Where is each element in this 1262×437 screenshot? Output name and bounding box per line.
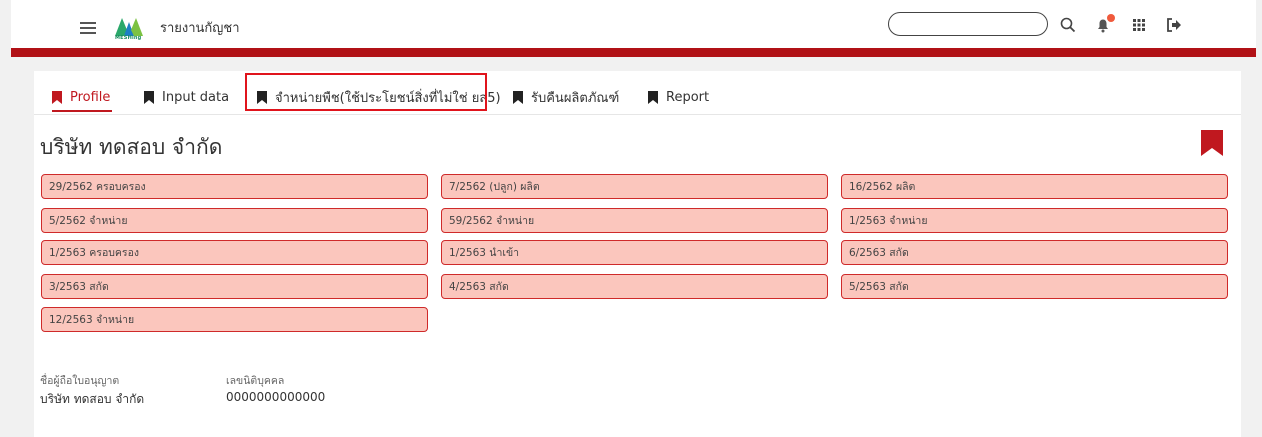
license-button[interactable]: 16/2562 ผลิต (841, 174, 1228, 199)
bookmark-icon[interactable] (1201, 130, 1223, 156)
license-button[interactable]: 7/2562 (ปลูก) ผลิต (441, 174, 828, 199)
license-label: 4/2563 สกัด (449, 281, 509, 293)
tab-label: Report (666, 89, 710, 105)
tab-highlight-box (245, 73, 487, 111)
header-accent-bar (11, 48, 1256, 57)
search-icon[interactable] (1059, 16, 1077, 34)
tab-profile[interactable]: Profile (52, 88, 110, 106)
license-label: 1/2563 จำหน่าย (849, 215, 928, 227)
bookmark-icon (144, 90, 154, 104)
tab-product-return[interactable]: รับคืนผลิตภัณฑ์ (513, 88, 619, 106)
license-button[interactable]: 5/2562 จำหน่าย (41, 208, 428, 233)
license-label: 1/2563 ครอบครอง (49, 247, 140, 259)
license-label: 3/2563 สกัด (49, 281, 109, 293)
bookmark-icon (513, 90, 523, 104)
license-label: 1/2563 นำเข้า (449, 247, 520, 259)
tab-label: รับคืนผลิตภัณฑ์ (531, 90, 620, 106)
tabs-divider (34, 114, 1241, 115)
search-input[interactable] (888, 12, 1048, 36)
license-label: 7/2562 (ปลูก) ผลิต (449, 181, 540, 193)
holder-value: บริษัท ทดสอบ จำกัด (40, 392, 145, 406)
tab-report[interactable]: Report (648, 88, 709, 106)
bookmark-icon (648, 90, 658, 104)
license-label: 59/2562 จำหน่าย (449, 215, 535, 227)
license-button[interactable]: 5/2563 สกัด (841, 274, 1228, 299)
logo-text: MESHing (115, 35, 142, 41)
juristic-id-label: เลขนิติบุคคล (226, 375, 285, 387)
license-label: 12/2563 จำหน่าย (49, 314, 135, 326)
license-button[interactable]: 1/2563 นำเข้า (441, 240, 828, 265)
license-button[interactable]: 1/2563 จำหน่าย (841, 208, 1228, 233)
holder-label: ชื่อผู้ถือใบอนุญาต (40, 375, 120, 387)
logout-icon[interactable] (1165, 16, 1183, 34)
app-title: รายงานกัญชา (160, 21, 240, 36)
menu-icon[interactable] (80, 22, 96, 34)
active-tab-indicator (52, 110, 112, 112)
tab-input-data[interactable]: Input data (144, 88, 229, 106)
bookmark-icon (52, 90, 62, 104)
license-label: 6/2563 สกัด (849, 247, 909, 259)
license-button[interactable]: 1/2563 ครอบครอง (41, 240, 428, 265)
license-button[interactable]: 29/2562 ครอบครอง (41, 174, 428, 199)
license-label: 5/2562 จำหน่าย (49, 215, 128, 227)
juristic-id-value: 0000000000000 (226, 390, 326, 404)
apps-grid-icon[interactable] (1130, 16, 1148, 34)
license-label: 5/2563 สกัด (849, 281, 909, 293)
company-name: บริษัท ทดสอบ จำกัด (40, 135, 223, 159)
license-label: 29/2562 ครอบครอง (49, 181, 146, 193)
license-button[interactable]: 12/2563 จำหน่าย (41, 307, 428, 332)
license-button[interactable]: 3/2563 สกัด (41, 274, 428, 299)
license-button[interactable]: 6/2563 สกัด (841, 240, 1228, 265)
tab-label: Input data (162, 89, 230, 105)
notification-badge (1107, 14, 1115, 22)
tab-label: Profile (70, 89, 111, 105)
license-button[interactable]: 4/2563 สกัด (441, 274, 828, 299)
license-button[interactable]: 59/2562 จำหน่าย (441, 208, 828, 233)
license-label: 16/2562 ผลิต (849, 181, 916, 193)
